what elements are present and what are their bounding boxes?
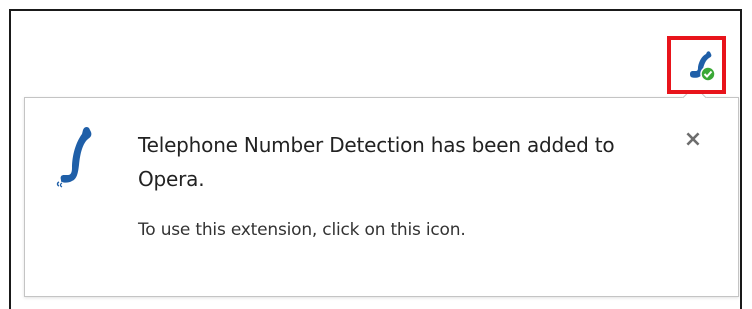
telephone-icon: [56, 126, 92, 188]
popup-title: Telephone Number Detection has been adde…: [138, 133, 615, 191]
extension-button[interactable]: [681, 47, 717, 83]
extension-icon-highlight: [667, 36, 726, 94]
check-badge-icon: [700, 66, 716, 82]
close-button[interactable]: ×: [681, 128, 705, 152]
extension-added-popup: Telephone Number Detection has been adde…: [24, 97, 739, 297]
popup-subtitle: To use this extension, click on this ico…: [138, 220, 466, 240]
